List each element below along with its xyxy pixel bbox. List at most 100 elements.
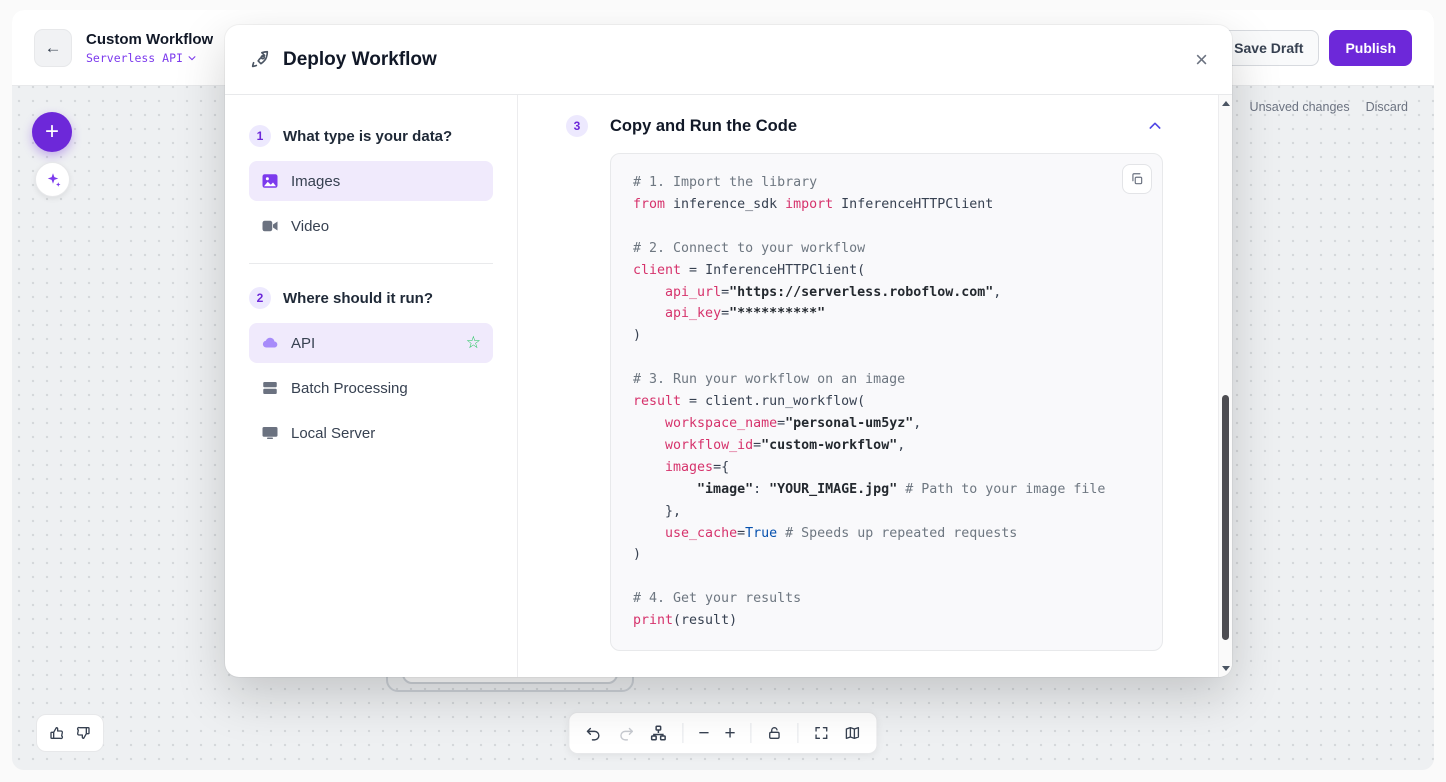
scroll-up-arrow-icon[interactable] <box>1222 101 1230 106</box>
zoom-out-button[interactable]: − <box>698 724 709 743</box>
modal-body: 1 What type is your data? Images Video 2… <box>225 95 1232 677</box>
code-line: print(result) <box>633 610 1140 632</box>
deploy-workflow-modal: Deploy Workflow × 1 What type is your da… <box>225 25 1232 677</box>
deployment-target-dropdown[interactable]: Serverless API <box>86 51 213 65</box>
modal-scrollbar[interactable] <box>1218 95 1232 677</box>
sitemap-icon <box>649 724 667 742</box>
code-lines: # 1. Import the libraryfrom inference_sd… <box>633 172 1140 632</box>
code-line <box>633 347 1140 369</box>
auto-layout-button[interactable] <box>649 724 667 742</box>
map-icon <box>845 725 861 741</box>
chevron-up-icon <box>1147 118 1163 134</box>
toolbar-divider <box>751 723 752 743</box>
code-line: "image": "YOUR_IMAGE.jpg" # Path to your… <box>633 479 1140 501</box>
code-block: # 1. Import the libraryfrom inference_sd… <box>610 153 1163 651</box>
back-arrow-icon: ← <box>45 38 62 58</box>
step-2-header: 2 Where should it run? <box>249 287 493 309</box>
collapse-section-button[interactable] <box>1147 118 1163 134</box>
unsaved-changes-row: Unsaved changes Discard <box>1250 100 1408 114</box>
top-bar-left: ← Custom Workflow Serverless API <box>34 29 213 67</box>
step-2-badge: 2 <box>249 287 271 309</box>
deployment-target-label: Serverless API <box>86 51 183 65</box>
option-video-label: Video <box>291 218 329 235</box>
lock-icon <box>767 725 783 741</box>
option-video[interactable]: Video <box>249 206 493 246</box>
option-images[interactable]: Images <box>249 161 493 201</box>
toolbar-divider <box>798 723 799 743</box>
step-3-header: 3 Copy and Run the Code <box>566 115 1163 137</box>
server-stack-icon <box>261 379 279 397</box>
step-3-title: Copy and Run the Code <box>610 117 797 136</box>
option-api[interactable]: API ☆ <box>249 323 493 363</box>
option-api-label: API <box>291 335 315 352</box>
option-batch-processing[interactable]: Batch Processing <box>249 368 493 408</box>
workflow-title: Custom Workflow <box>86 31 213 48</box>
option-local-label: Local Server <box>291 425 375 442</box>
thumbs-down-icon <box>75 725 91 741</box>
option-batch-label: Batch Processing <box>291 380 408 397</box>
star-icon: ☆ <box>466 333 481 353</box>
rocket-icon <box>249 49 271 71</box>
copy-code-button[interactable] <box>1122 164 1152 194</box>
redo-icon <box>617 725 634 742</box>
sparkles-icon <box>44 171 62 189</box>
top-bar-right: Save Draft Publish <box>1218 30 1412 66</box>
lock-canvas-button[interactable] <box>767 725 783 741</box>
back-button[interactable]: ← <box>34 29 72 67</box>
zoom-in-button[interactable]: + <box>725 724 736 743</box>
monitor-icon <box>261 424 279 442</box>
code-line: api_key="**********" <box>633 303 1140 325</box>
unsaved-changes-label: Unsaved changes <box>1250 100 1350 114</box>
ai-assistant-button[interactable] <box>35 162 70 197</box>
thumbs-up-button[interactable] <box>49 725 65 741</box>
toolbar-divider <box>682 723 683 743</box>
modal-title: Deploy Workflow <box>283 49 437 71</box>
code-line: # 2. Connect to your workflow <box>633 238 1140 260</box>
deploy-sidebar: 1 What type is your data? Images Video 2… <box>225 95 518 677</box>
minimap-button[interactable] <box>845 725 861 741</box>
code-line: # 1. Import the library <box>633 172 1140 194</box>
code-line <box>633 216 1140 238</box>
save-draft-button[interactable]: Save Draft <box>1218 30 1319 66</box>
scroll-down-arrow-icon[interactable] <box>1222 666 1230 671</box>
thumbs-up-icon <box>49 725 65 741</box>
undo-icon <box>585 725 602 742</box>
image-icon <box>261 172 279 190</box>
code-line: result = client.run_workflow( <box>633 391 1140 413</box>
code-line: # 3. Run your workflow on an image <box>633 369 1140 391</box>
canvas-toolbar: − + <box>568 712 877 754</box>
discard-link[interactable]: Discard <box>1366 100 1408 114</box>
code-line: # 4. Get your results <box>633 588 1140 610</box>
code-line <box>633 566 1140 588</box>
publish-button[interactable]: Publish <box>1329 30 1412 66</box>
option-images-label: Images <box>291 173 340 190</box>
add-node-button[interactable]: + <box>32 112 72 152</box>
code-line: ) <box>633 544 1140 566</box>
step-1-question: What type is your data? <box>283 128 452 145</box>
feedback-pill <box>36 714 104 752</box>
scrollbar-thumb[interactable] <box>1222 395 1229 640</box>
code-line: }, <box>633 501 1140 523</box>
sidebar-divider <box>249 263 493 264</box>
copy-icon <box>1130 172 1144 186</box>
fullscreen-icon <box>814 725 830 741</box>
plus-icon: + <box>45 118 59 146</box>
code-line: workspace_name="personal-um5yz", <box>633 413 1140 435</box>
option-local-server[interactable]: Local Server <box>249 413 493 453</box>
code-line: from inference_sdk import InferenceHTTPC… <box>633 194 1140 216</box>
workflow-title-block: Custom Workflow Serverless API <box>86 31 213 65</box>
code-line: images={ <box>633 457 1140 479</box>
step-1-badge: 1 <box>249 125 271 147</box>
thumbs-down-button[interactable] <box>75 725 91 741</box>
code-line: client = InferenceHTTPClient( <box>633 260 1140 282</box>
code-line: workflow_id="custom-workflow", <box>633 435 1140 457</box>
code-line: use_cache=True # Speeds up repeated requ… <box>633 523 1140 545</box>
fit-view-button[interactable] <box>814 725 830 741</box>
step-3-badge: 3 <box>566 115 588 137</box>
redo-button[interactable] <box>617 725 634 742</box>
close-icon[interactable]: × <box>1195 49 1208 71</box>
code-line: ) <box>633 325 1140 347</box>
step-2-question: Where should it run? <box>283 290 433 307</box>
undo-button[interactable] <box>585 725 602 742</box>
video-icon <box>261 217 279 235</box>
